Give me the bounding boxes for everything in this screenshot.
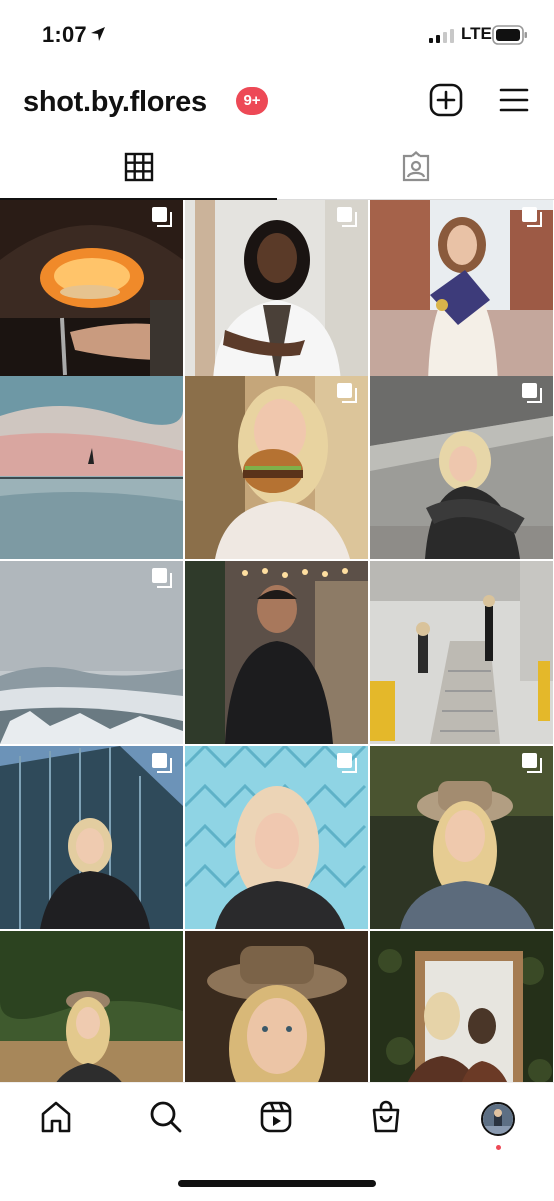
post-tile-4[interactable] (0, 376, 183, 559)
tagged-icon (400, 150, 432, 188)
post-tile-11[interactable] (185, 746, 368, 929)
post-tile-13[interactable] (0, 931, 183, 1082)
post-tile-3[interactable] (370, 200, 553, 383)
multiple-photos-icon (521, 752, 543, 779)
profile-header: shot.by.flores 9+ (0, 74, 554, 134)
multiple-photos-icon (151, 752, 173, 779)
profile-tabs (0, 140, 554, 200)
reels-icon (259, 1100, 293, 1139)
posts-grid (0, 200, 554, 1082)
multiple-photos-icon (336, 752, 358, 779)
post-tile-6[interactable] (370, 376, 553, 559)
multiple-photos-icon (151, 567, 173, 594)
notification-badge[interactable]: 9+ (236, 87, 268, 115)
post-tile-7[interactable] (0, 561, 183, 744)
nav-home[interactable] (36, 1099, 76, 1139)
profile-avatar (481, 1102, 515, 1136)
multiple-photos-icon (521, 206, 543, 233)
tab-tagged[interactable] (277, 140, 554, 198)
tab-posts-grid[interactable] (0, 140, 277, 198)
post-tile-10[interactable] (0, 746, 183, 929)
nav-search[interactable] (146, 1099, 186, 1139)
menu-icon (499, 87, 529, 118)
post-tile-14[interactable] (185, 931, 368, 1082)
activity-dot (496, 1145, 501, 1150)
multiple-photos-icon (336, 206, 358, 233)
post-tile-9[interactable] (370, 561, 553, 744)
status-time: 1:07 (42, 22, 87, 47)
post-tile-1[interactable] (0, 200, 183, 383)
battery-icon (492, 25, 528, 50)
grid-icon (124, 152, 154, 187)
home-indicator (178, 1180, 376, 1187)
multiple-photos-icon (151, 206, 173, 233)
search-icon (149, 1100, 183, 1139)
multiple-photos-icon (336, 382, 358, 409)
profile-username[interactable]: shot.by.flores (23, 86, 207, 119)
signal-icon (429, 29, 455, 48)
shop-icon (369, 1100, 403, 1139)
post-tile-15[interactable] (370, 931, 553, 1082)
nav-reels[interactable] (256, 1099, 296, 1139)
add-post-button[interactable] (428, 83, 464, 122)
multiple-photos-icon (521, 382, 543, 409)
post-tile-2[interactable] (185, 200, 368, 383)
post-tile-8[interactable] (185, 561, 368, 744)
post-tile-12[interactable] (370, 746, 553, 929)
nav-shop[interactable] (366, 1099, 406, 1139)
add-post-icon (429, 83, 463, 122)
home-icon (39, 1100, 73, 1139)
menu-button[interactable] (496, 84, 532, 120)
network-type: LTE (461, 24, 492, 43)
location-arrow-icon (90, 26, 106, 47)
status-bar: 1:07 LTE (0, 0, 554, 70)
post-tile-5[interactable] (185, 376, 368, 559)
nav-profile[interactable] (478, 1099, 518, 1139)
